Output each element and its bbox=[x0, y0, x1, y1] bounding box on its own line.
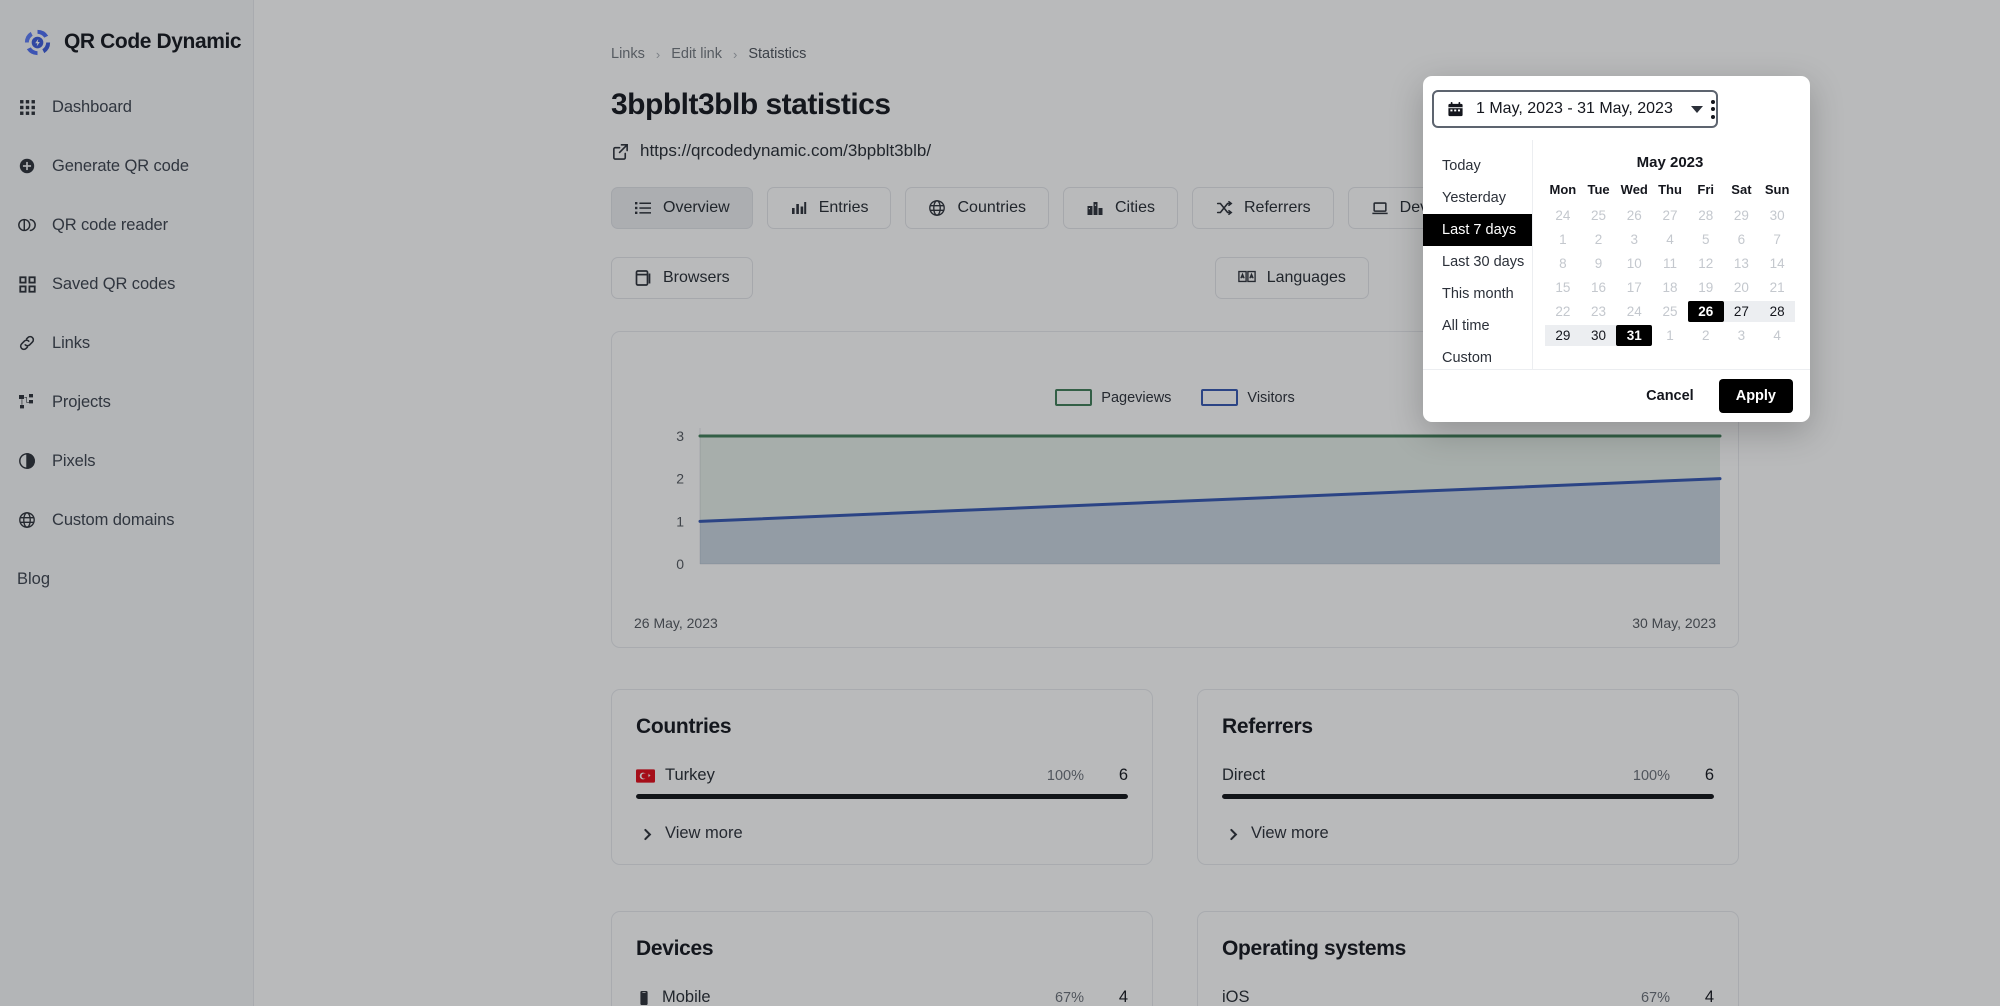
apply-button[interactable]: Apply bbox=[1718, 379, 1793, 413]
calendar-day[interactable]: 24 bbox=[1545, 205, 1581, 226]
calendar-day[interactable]: 15 bbox=[1545, 277, 1581, 298]
calendar-day[interactable]: 24 bbox=[1616, 301, 1652, 322]
calendar-day[interactable]: 4 bbox=[1759, 325, 1795, 346]
calendar-day[interactable]: 30 bbox=[1759, 205, 1795, 226]
calendar-day[interactable]: 20 bbox=[1724, 277, 1760, 298]
calendar-day[interactable]: 21 bbox=[1759, 277, 1795, 298]
calendar-day[interactable]: 3 bbox=[1724, 325, 1760, 346]
calendar-day[interactable]: 17 bbox=[1616, 277, 1652, 298]
calendar-day[interactable]: 22 bbox=[1545, 301, 1581, 322]
calendar-day[interactable]: 3 bbox=[1616, 229, 1652, 250]
calendar-day[interactable]: 7 bbox=[1759, 229, 1795, 250]
more-vertical-icon[interactable] bbox=[1700, 96, 1726, 122]
date-picker-body: Today Yesterday Last 7 days Last 30 days Thi… bbox=[1423, 140, 1810, 369]
date-range-button[interactable]: 1 May, 2023 - 31 May, 2023 bbox=[1432, 90, 1718, 128]
calendar-day[interactable]: 18 bbox=[1652, 277, 1688, 298]
calendar-day[interactable]: 19 bbox=[1688, 277, 1724, 298]
calendar-grid: Mon Tue Wed Thu Fri Sat Sun 24 25 26 27 28 29 30 1 2 3 4 5… bbox=[1545, 182, 1795, 346]
calendar-day[interactable]: 2 bbox=[1581, 229, 1617, 250]
calendar-day[interactable]: 26 bbox=[1687, 301, 1724, 322]
date-preset-last-30-days[interactable]: Last 30 days bbox=[1423, 246, 1532, 278]
calendar-day[interactable]: 27 bbox=[1652, 205, 1688, 226]
calendar-day[interactable]: 1 bbox=[1652, 325, 1688, 346]
calendar-weekday: Sat bbox=[1731, 182, 1752, 197]
calendar-day[interactable]: 4 bbox=[1652, 229, 1688, 250]
calendar-day[interactable]: 16 bbox=[1581, 277, 1617, 298]
date-preset-all-time[interactable]: All time bbox=[1423, 310, 1532, 342]
calendar-weekday: Tue bbox=[1587, 182, 1610, 197]
calendar-day[interactable]: 28 bbox=[1759, 301, 1795, 322]
date-picker-footer: Cancel Apply bbox=[1423, 369, 1810, 422]
date-preset-list: Today Yesterday Last 7 days Last 30 days Thi… bbox=[1423, 140, 1533, 369]
calendar-day[interactable]: 13 bbox=[1724, 253, 1760, 274]
calendar-icon bbox=[1447, 101, 1464, 118]
calendar-day[interactable]: 2 bbox=[1688, 325, 1724, 346]
cancel-button[interactable]: Cancel bbox=[1638, 382, 1702, 410]
calendar-day[interactable]: 25 bbox=[1652, 301, 1688, 322]
date-preset-this-month[interactable]: This month bbox=[1423, 278, 1532, 310]
app-root: QR Code Dynamic Dashboard Generate QR co… bbox=[0, 0, 2000, 1006]
calendar-day[interactable]: 14 bbox=[1759, 253, 1795, 274]
date-preset-today[interactable]: Today bbox=[1423, 150, 1532, 182]
calendar-weekday: Fri bbox=[1697, 182, 1715, 197]
calendar-day[interactable]: 31 bbox=[1616, 325, 1653, 346]
calendar-weekday: Sun bbox=[1764, 182, 1790, 197]
calendar-day[interactable]: 9 bbox=[1581, 253, 1617, 274]
calendar-day[interactable]: 6 bbox=[1724, 229, 1760, 250]
date-preset-last-7-days[interactable]: Last 7 days bbox=[1423, 214, 1532, 246]
calendar-day[interactable]: 26 bbox=[1616, 205, 1652, 226]
date-range-label: 1 May, 2023 - 31 May, 2023 bbox=[1476, 100, 1673, 117]
calendar-day[interactable]: 28 bbox=[1688, 205, 1724, 226]
calendar-day[interactable]: 23 bbox=[1581, 301, 1617, 322]
calendar-day[interactable]: 29 bbox=[1724, 205, 1760, 226]
date-preset-yesterday[interactable]: Yesterday bbox=[1423, 182, 1532, 214]
calendar-day[interactable]: 29 bbox=[1545, 325, 1581, 346]
calendar-day[interactable]: 5 bbox=[1688, 229, 1724, 250]
calendar-day[interactable]: 10 bbox=[1616, 253, 1652, 274]
calendar-day[interactable]: 12 bbox=[1688, 253, 1724, 274]
calendar-day[interactable]: 8 bbox=[1545, 253, 1581, 274]
calendar-day[interactable]: 30 bbox=[1580, 325, 1617, 346]
calendar-day[interactable]: 11 bbox=[1652, 253, 1688, 274]
calendar-weekday: Wed bbox=[1620, 182, 1648, 197]
calendar-month-title: May 2023 bbox=[1636, 154, 1704, 171]
calendar-day[interactable]: 25 bbox=[1581, 205, 1617, 226]
calendar-day[interactable]: 1 bbox=[1545, 229, 1581, 250]
calendar-weekday: Mon bbox=[1549, 182, 1577, 197]
calendar: May 2023 Mon Tue Wed Thu Fri Sat Sun 24 25 26 27 28… bbox=[1533, 140, 1810, 369]
calendar-day[interactable]: 27 bbox=[1723, 301, 1760, 322]
calendar-weekday: Thu bbox=[1658, 182, 1682, 197]
